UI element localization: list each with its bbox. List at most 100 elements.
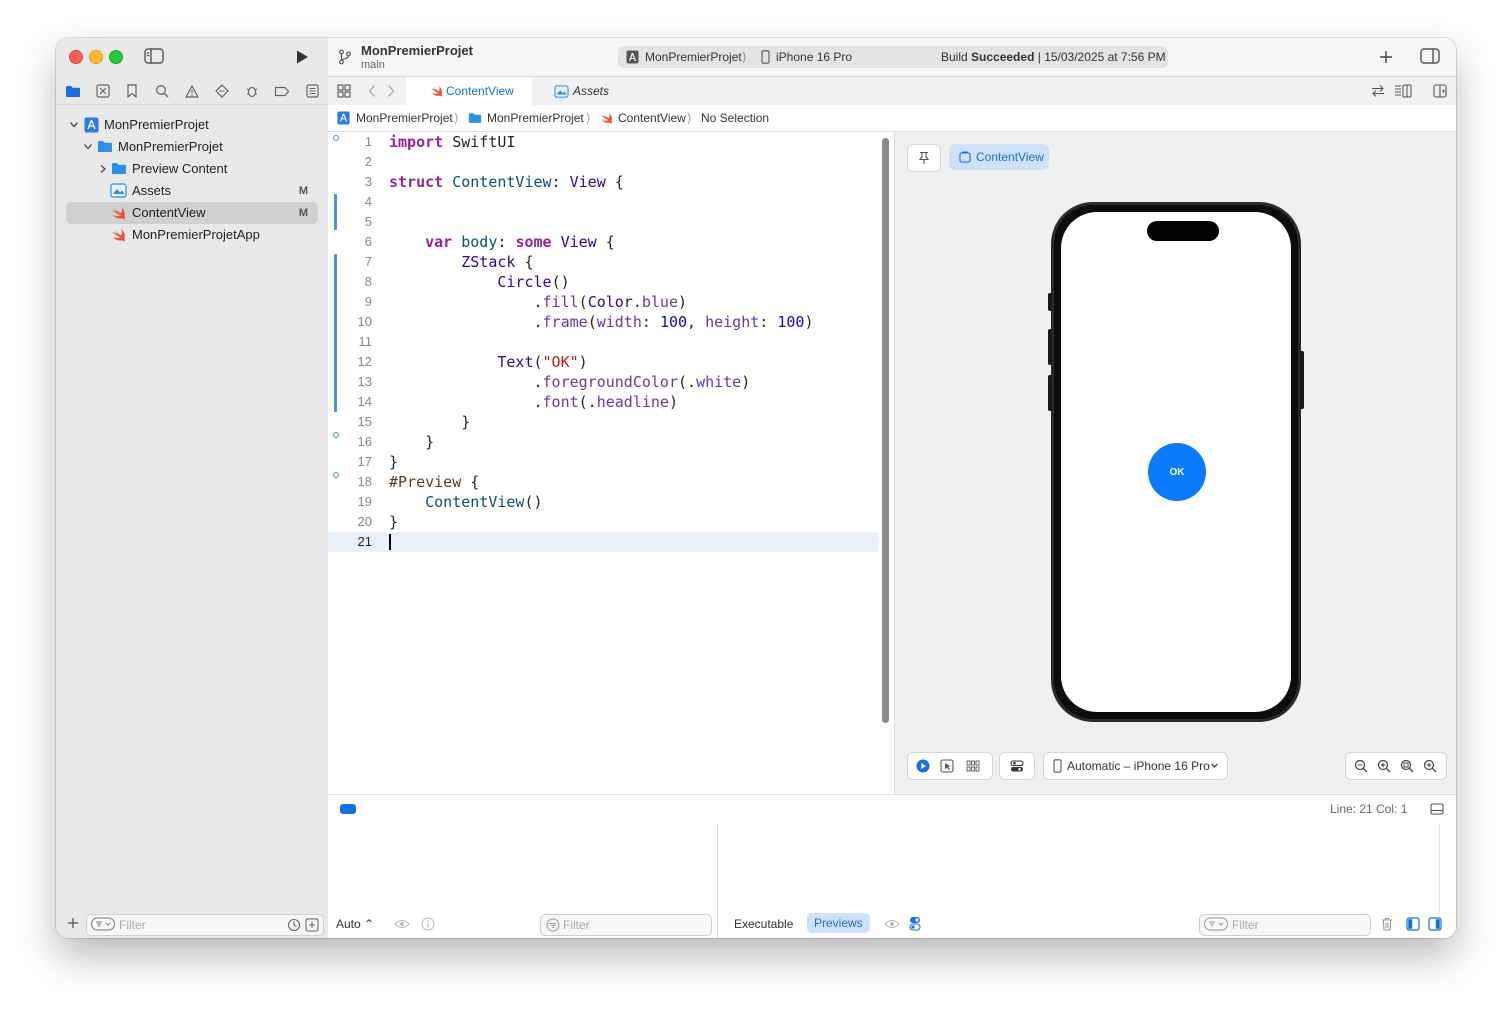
selectable-mode-icon[interactable] bbox=[940, 759, 954, 773]
breadcrumb-file[interactable]: ContentView bbox=[618, 105, 686, 131]
folder-navigator-icon[interactable] bbox=[64, 82, 82, 100]
source-control-filter-icon[interactable] bbox=[305, 918, 319, 932]
zoom-in-icon[interactable] bbox=[1423, 759, 1437, 773]
previews-tab[interactable]: Previews bbox=[807, 913, 870, 933]
minimize-window-button[interactable] bbox=[89, 50, 103, 64]
code-text: Circle() bbox=[497, 273, 570, 291]
breadcrumb-group[interactable]: MonPremierProjet bbox=[487, 105, 584, 131]
report-navigator-icon[interactable] bbox=[303, 82, 321, 100]
tab-assets[interactable]: Assets bbox=[532, 77, 632, 105]
tree-item-app[interactable]: MonPremierProjetApp bbox=[66, 224, 318, 246]
info-icon[interactable] bbox=[421, 917, 435, 931]
add-library-icon[interactable] bbox=[1379, 50, 1393, 64]
tree-item-project[interactable]: MonPremierProjet bbox=[66, 114, 318, 136]
code-line: 9 .fill(Color.blue) bbox=[328, 292, 878, 312]
back-arrow-icon[interactable] bbox=[367, 84, 377, 98]
source-editor[interactable]: 1 import SwiftUI 2 3 struct ContentView: V… bbox=[328, 132, 878, 794]
split-editor-icon[interactable] bbox=[1433, 84, 1447, 98]
code-text: #Preview { bbox=[389, 473, 480, 491]
inspector-toggle-icon[interactable] bbox=[1420, 48, 1440, 64]
navigator-filter-field[interactable]: Filter bbox=[86, 914, 324, 936]
eye-icon[interactable] bbox=[394, 918, 410, 930]
swift-icon bbox=[111, 206, 126, 220]
grid-icon[interactable] bbox=[337, 84, 351, 98]
scheme-selector[interactable]: MonPremierProjet bbox=[645, 46, 742, 68]
forward-arrow-icon[interactable] bbox=[386, 84, 396, 98]
line-number: 10 bbox=[357, 314, 372, 329]
branch-name[interactable]: main bbox=[361, 59, 385, 71]
build-status-time: | 15/03/2025 at 7:56 PM bbox=[1034, 50, 1166, 64]
eye-icon[interactable] bbox=[884, 918, 900, 930]
chevron-right-icon: ⟩ bbox=[586, 111, 591, 125]
chevron-down-icon bbox=[1210, 753, 1219, 779]
console-filter-field[interactable]: Filter bbox=[1199, 914, 1371, 936]
breakpoints-toggle-icon[interactable] bbox=[340, 804, 356, 814]
pin-icon[interactable] bbox=[907, 144, 941, 172]
run-icon[interactable] bbox=[294, 49, 310, 65]
filter-placeholder: Filter bbox=[119, 918, 146, 932]
preview-selector-chip[interactable]: ContentView bbox=[949, 144, 1049, 170]
zoom-actual-size-icon[interactable] bbox=[1377, 759, 1391, 773]
issue-navigator-icon[interactable] bbox=[183, 82, 201, 100]
ok-circle[interactable]: OK bbox=[1148, 443, 1206, 501]
find-navigator-icon[interactable] bbox=[153, 82, 171, 100]
toggle-icon[interactable] bbox=[909, 916, 921, 931]
source-control-navigator-icon[interactable] bbox=[94, 82, 112, 100]
trash-icon[interactable] bbox=[1381, 917, 1393, 931]
device-screen: OK bbox=[1061, 212, 1291, 712]
line-number: 8 bbox=[364, 274, 372, 289]
tab-contentview[interactable]: ContentView bbox=[406, 77, 532, 105]
variants-icon[interactable] bbox=[966, 759, 980, 773]
zoom-to-fit-icon[interactable] bbox=[1400, 759, 1414, 773]
chevron-down-icon[interactable] bbox=[69, 114, 79, 136]
line-number: 7 bbox=[364, 254, 372, 269]
preview-icon bbox=[959, 151, 971, 163]
chevron-right-icon: ⟩ bbox=[454, 111, 459, 125]
related-items-icon[interactable] bbox=[1371, 84, 1385, 98]
show-variables-icon[interactable] bbox=[1406, 917, 1420, 931]
variables-filter-field[interactable]: Filter bbox=[540, 914, 712, 936]
zoom-out-icon[interactable] bbox=[1354, 759, 1368, 773]
breadcrumb-project[interactable]: MonPremierProjet bbox=[356, 105, 453, 131]
code-line: 20} bbox=[328, 512, 878, 532]
xcode-window: MonPremierProjet MonPremierProjet Previe… bbox=[56, 38, 1456, 938]
debug-area-toggle-icon[interactable] bbox=[1430, 803, 1444, 815]
variables-scope-selector[interactable]: Auto ⌃ bbox=[336, 917, 374, 931]
code-line: 14 .font(.headline) bbox=[328, 392, 878, 412]
line-number: 5 bbox=[364, 214, 372, 229]
line-number: 1 bbox=[364, 134, 372, 149]
canvas-settings-button[interactable] bbox=[999, 752, 1035, 780]
recent-files-icon[interactable] bbox=[287, 918, 301, 932]
chevron-right-icon: ⟩ bbox=[742, 50, 747, 64]
breakpoint-navigator-icon[interactable] bbox=[273, 82, 291, 100]
device-menu-label: Automatic – iPhone 16 Pro bbox=[1067, 759, 1210, 773]
editor-status-bar: Line: 21 Col: 1 bbox=[328, 794, 1456, 824]
sidebar-toggle-icon[interactable] bbox=[144, 48, 164, 64]
executable-tab[interactable]: Executable bbox=[734, 917, 793, 931]
live-preview-icon[interactable] bbox=[916, 759, 930, 773]
device-menu[interactable]: Automatic – iPhone 16 Pro bbox=[1043, 752, 1228, 780]
tree-item-group[interactable]: MonPremierProjet bbox=[66, 136, 318, 158]
tree-item-assets[interactable]: Assets M bbox=[66, 180, 318, 202]
zoom-window-button[interactable] bbox=[109, 50, 123, 64]
tree-item-label: MonPremierProjet bbox=[118, 139, 223, 154]
test-navigator-icon[interactable] bbox=[213, 82, 231, 100]
add-icon[interactable] bbox=[67, 917, 79, 929]
editor-options-icon[interactable] bbox=[1394, 84, 1412, 98]
debug-navigator-icon[interactable] bbox=[243, 82, 261, 100]
editor-scrollbar[interactable] bbox=[882, 138, 889, 723]
folder-icon bbox=[97, 140, 113, 153]
tree-item-contentview[interactable]: ContentView M bbox=[66, 202, 318, 224]
bookmark-navigator-icon[interactable] bbox=[123, 82, 141, 100]
breadcrumb-symbol[interactable]: No Selection bbox=[701, 105, 769, 131]
chevron-right-icon[interactable] bbox=[98, 158, 108, 180]
code-line: 5 bbox=[328, 212, 878, 232]
chevron-down-icon[interactable] bbox=[83, 136, 93, 158]
show-console-icon[interactable] bbox=[1428, 917, 1442, 931]
variables-view: Auto ⌃ Filter bbox=[328, 823, 718, 938]
code-text: .frame(width: 100, height: 100) bbox=[389, 313, 814, 331]
destination-selector[interactable]: iPhone 16 Pro bbox=[776, 46, 852, 68]
line-number: 11 bbox=[358, 334, 373, 349]
tree-item-preview-content[interactable]: Preview Content bbox=[66, 158, 318, 180]
close-window-button[interactable] bbox=[69, 50, 83, 64]
